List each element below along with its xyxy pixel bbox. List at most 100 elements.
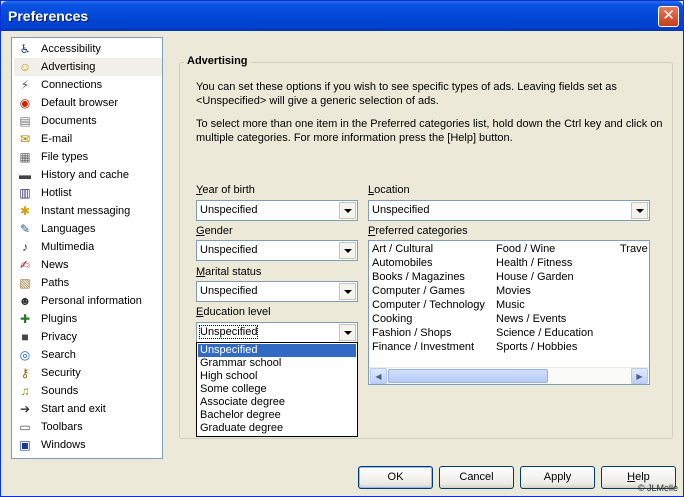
sidebar-item-privacy[interactable]: ■ Privacy (14, 328, 162, 346)
default-browser-icon: ◉ (19, 96, 31, 110)
sidebar-item-advertising[interactable]: ☺ Advertising (14, 58, 162, 76)
category-item[interactable]: Computer / Games (372, 285, 465, 297)
sidebar-item-label: Advertising (41, 61, 96, 73)
sidebar-item-label: Languages (41, 223, 96, 235)
sidebar-item-label: Sounds (41, 385, 79, 397)
ok-button[interactable]: OK (358, 466, 433, 489)
history-and-cache-icon: ▬ (19, 168, 31, 182)
sidebar-item-label: Paths (41, 277, 70, 289)
sidebar-item-plugins[interactable]: ✚ Plugins (14, 310, 162, 328)
chevron-down-icon[interactable] (339, 242, 356, 259)
sidebar-item-label: Instant messaging (41, 205, 131, 217)
education-level-dropdown: Unspecified Grammar school High school Some… (196, 342, 358, 437)
category-item[interactable]: Movies (496, 285, 531, 297)
education-option[interactable]: Some college (198, 383, 356, 396)
category-item[interactable]: Science / Education (496, 327, 593, 339)
sidebar-item-instant-messaging[interactable]: ✱ Instant messaging (14, 202, 162, 220)
category-item[interactable]: Books / Magazines (372, 271, 465, 283)
sidebar-item-label: File types (41, 151, 89, 163)
documents-icon: ▤ (19, 114, 31, 128)
category-item[interactable]: Food / Wine (496, 243, 555, 255)
education-option[interactable]: Bachelor degree (198, 409, 356, 422)
category-item[interactable]: Automobiles (372, 257, 433, 269)
sidebar-item-start-and-exit[interactable]: ➔ Start and exit (14, 400, 162, 418)
chevron-down-icon[interactable] (339, 283, 356, 300)
sidebar-item-paths[interactable]: ▧ Paths (14, 274, 162, 292)
education-level-select[interactable]: Unspecified (196, 322, 358, 343)
category-item[interactable]: News / Events (496, 313, 566, 325)
scroll-right-button[interactable]: ▶ (631, 368, 648, 384)
sidebar-item-multimedia[interactable]: ♪ Multimedia (14, 238, 162, 256)
sidebar-item-file-types[interactable]: ▦ File types (14, 148, 162, 166)
sidebar-item-label: Security (41, 367, 81, 379)
sidebar-item-label: News (41, 259, 69, 271)
apply-button[interactable]: Apply (520, 466, 595, 489)
sidebar-item-label: E-mail (41, 133, 73, 145)
sidebar-item-history-and-cache[interactable]: ▬ History and cache (14, 166, 162, 184)
category-item[interactable]: Finance / Investment (372, 341, 474, 353)
chevron-down-icon[interactable] (631, 202, 648, 219)
category-item[interactable]: Health / Fitness (496, 257, 572, 269)
sidebar-item-label: Privacy (41, 331, 78, 343)
education-option[interactable]: Unspecified (198, 344, 356, 357)
category-item[interactable]: Cooking (372, 313, 412, 325)
sidebar-item-label: Hotlist (41, 187, 72, 199)
sidebar-item-documents[interactable]: ▤ Documents (14, 112, 162, 130)
sidebar-item-default-browser[interactable]: ◉ Default browser (14, 94, 162, 112)
location-label: Location (368, 184, 410, 196)
category-item[interactable]: Sports / Hobbies (496, 341, 577, 353)
sidebar-item-personal-information[interactable]: ☻ Personal information (14, 292, 162, 310)
education-option[interactable]: Graduate degree (198, 422, 356, 435)
location-select[interactable]: Unspecified (368, 200, 650, 221)
sidebar-item-toolbars[interactable]: ▭ Toolbars (14, 418, 162, 436)
sidebar-item-languages[interactable]: ✎ Languages (14, 220, 162, 238)
sidebar-item-news[interactable]: ✍ News (14, 256, 162, 274)
sounds-icon: ♫ (20, 384, 30, 398)
category-sidebar: ♿ Accessibility ☺ Advertising ⚡ Connections ◉ D… (11, 37, 163, 459)
marital-status-select[interactable]: Unspecified (196, 281, 358, 302)
year-of-birth-label: Year of birth (196, 184, 255, 196)
year-of-birth-select[interactable]: Unspecified (196, 200, 358, 221)
close-button[interactable]: ✕ (658, 6, 679, 27)
sidebar-item-label: Accessibility (41, 43, 101, 55)
sidebar-item-label: Plugins (41, 313, 78, 325)
cancel-button[interactable]: Cancel (439, 466, 514, 489)
sidebar-item-accessibility[interactable]: ♿ Accessibility (14, 40, 162, 58)
education-option[interactable]: High school (198, 370, 356, 383)
search-icon: ◎ (19, 348, 31, 362)
education-option[interactable]: Associate degree (198, 396, 356, 409)
sidebar-item-search[interactable]: ◎ Search (14, 346, 162, 364)
security-icon: ⚷ (20, 366, 30, 380)
intro-text: You can set these options if you wish to… (196, 81, 617, 107)
gender-select[interactable]: Unspecified (196, 240, 358, 261)
chevron-left-icon: ◀ (375, 371, 382, 381)
category-item[interactable]: Fashion / Shops (372, 327, 452, 339)
sidebar-item-sounds[interactable]: ♫ Sounds (14, 382, 162, 400)
title-bar[interactable]: Preferences ✕ (1, 1, 683, 31)
category-item[interactable]: Trave (620, 243, 648, 255)
category-item[interactable]: House / Garden (496, 271, 574, 283)
chevron-down-icon[interactable] (339, 324, 356, 341)
languages-icon: ✎ (19, 222, 31, 236)
scroll-left-button[interactable]: ◀ (370, 368, 387, 384)
scrollbar-thumb[interactable] (388, 369, 548, 383)
sidebar-item-label: Start and exit (41, 403, 106, 415)
copyright-text: © JLMelle (637, 483, 678, 493)
preferred-categories-list[interactable]: ◀ ▶ Art / Cultural Automobiles Books / Mag… (368, 240, 650, 385)
toolbars-icon: ▭ (19, 420, 31, 434)
horizontal-scrollbar[interactable]: ◀ ▶ (369, 367, 649, 384)
education-option[interactable]: Grammar school (198, 357, 356, 370)
sidebar-item-hotlist[interactable]: ▥ Hotlist (14, 184, 162, 202)
sidebar-item-windows[interactable]: ▣ Windows (14, 436, 162, 454)
group-title: Advertising (184, 55, 251, 67)
sidebar-item-connections[interactable]: ⚡ Connections (14, 76, 162, 94)
sidebar-item-security[interactable]: ⚷ Security (14, 364, 162, 382)
category-item[interactable]: Art / Cultural (372, 243, 433, 255)
help-button-label: elp (635, 471, 650, 483)
category-item[interactable]: Music (496, 299, 525, 311)
chevron-down-icon[interactable] (339, 202, 356, 219)
sidebar-item-e-mail[interactable]: ✉ E-mail (14, 130, 162, 148)
window-title: Preferences (8, 8, 89, 24)
hotlist-icon: ▥ (19, 186, 31, 200)
category-item[interactable]: Computer / Technology (372, 299, 485, 311)
